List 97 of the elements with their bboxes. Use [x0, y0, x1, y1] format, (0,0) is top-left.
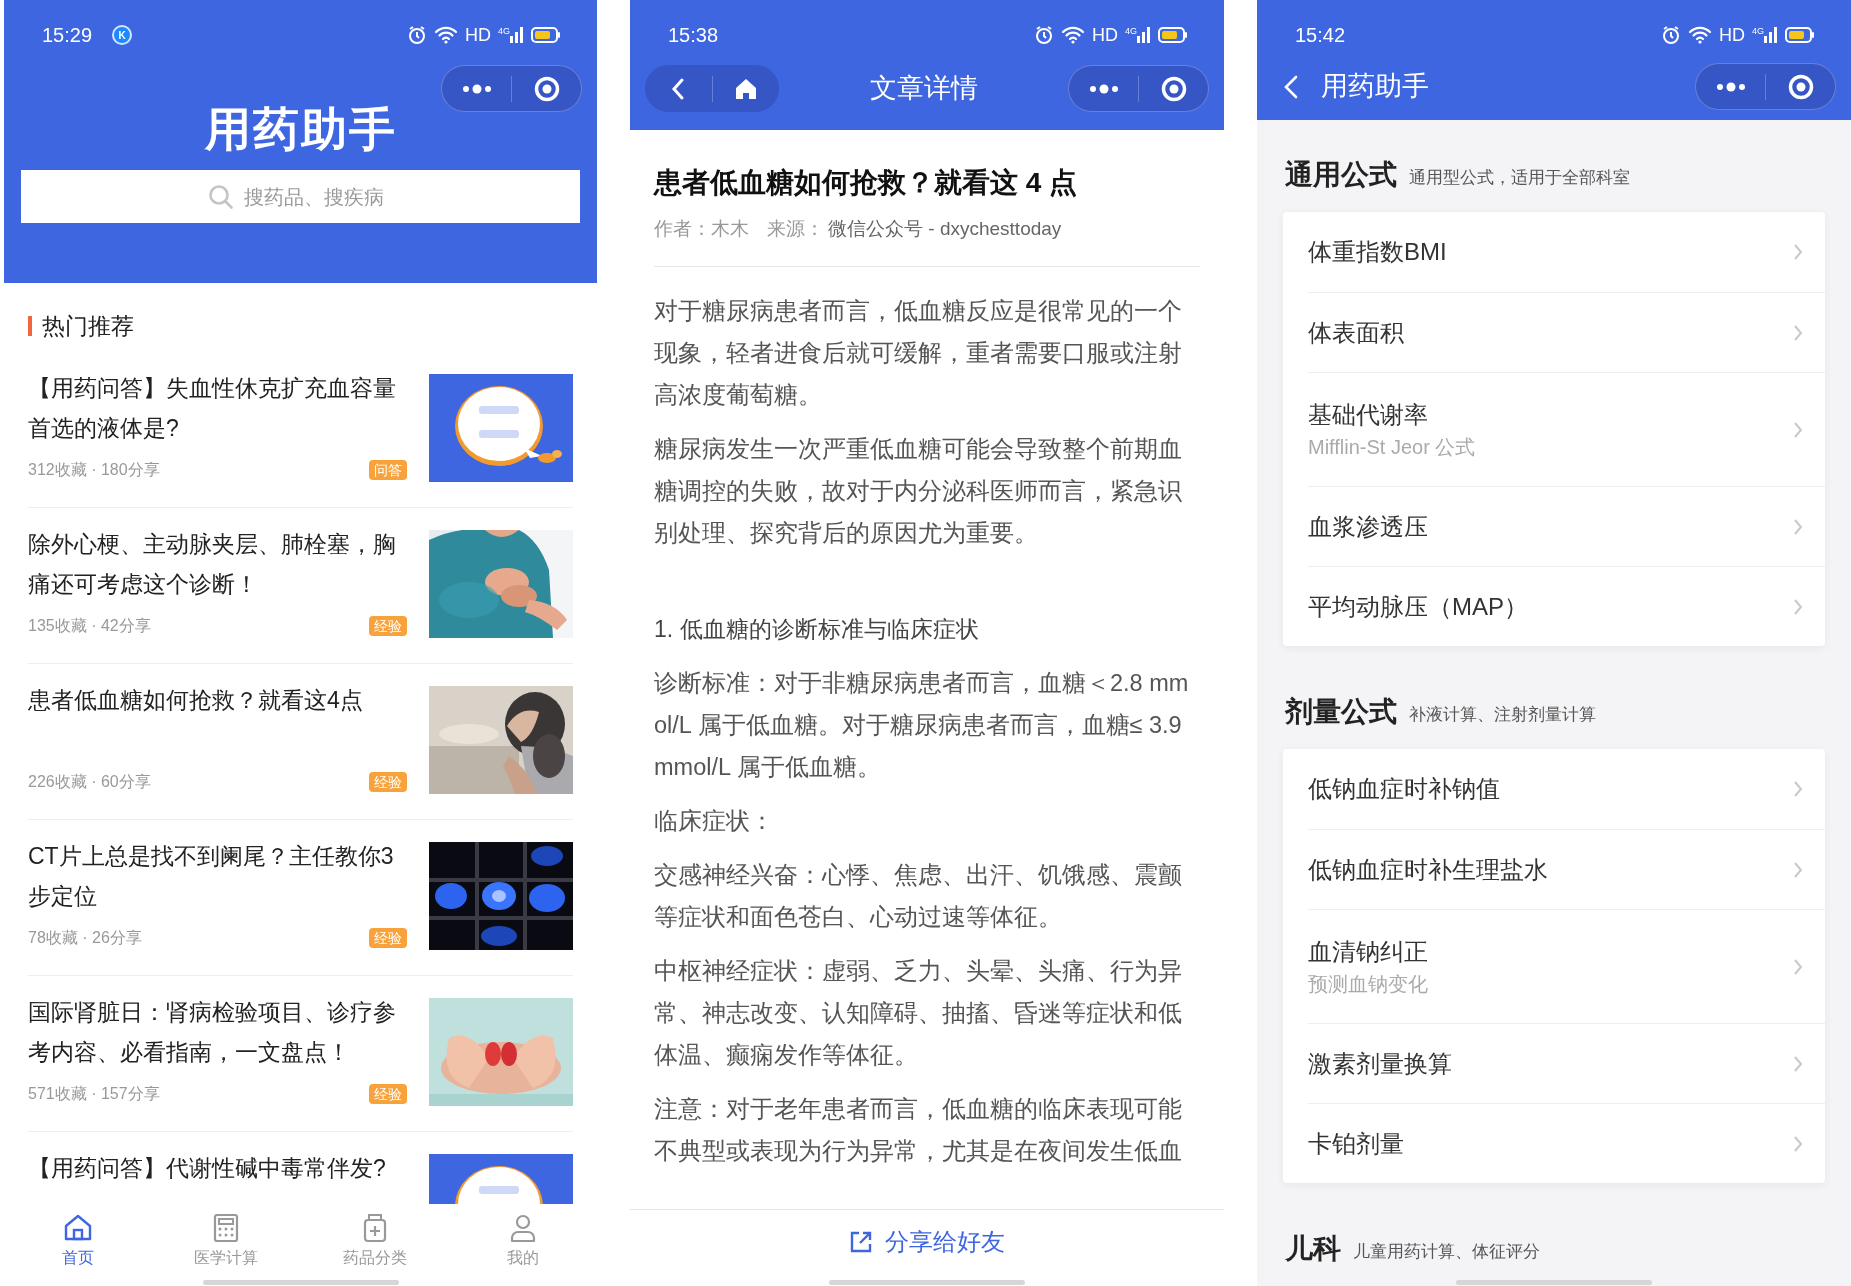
close-icon[interactable]	[1160, 75, 1187, 102]
clock-time: 15:42	[1295, 23, 1346, 48]
article-title[interactable]: 【用药问答】失血性休克扩充血容量首选的液体是?	[28, 368, 407, 448]
chevron-right-icon	[1793, 243, 1803, 261]
network-type-label: 4G	[498, 27, 510, 36]
formula-name[interactable]: 平均动脉压（MAP）	[1308, 589, 1528, 624]
battery-icon	[531, 27, 561, 43]
formula-name[interactable]: 体重指数BMI	[1308, 235, 1447, 269]
alarm-icon	[1661, 25, 1681, 45]
formula-name[interactable]: 血浆渗透压	[1308, 509, 1428, 544]
section-title: 热门推荐	[42, 311, 134, 341]
chevron-right-icon	[1793, 860, 1803, 879]
body-paragraph: 中枢神经症状：虚弱、乏力、头晕、头痛、行为异常、神志改变、认知障碍、抽搐、昏迷等症状和低体温、癫痫发作等体征。	[654, 956, 1183, 1070]
battery-icon	[1785, 27, 1815, 43]
chevron-right-icon	[1793, 420, 1803, 439]
section-title: 通用公式	[1285, 158, 1397, 192]
article-stats: 226收藏 · 60分享	[28, 772, 151, 792]
body-paragraph: 临床症状：	[654, 806, 775, 836]
wifi-icon	[1061, 26, 1085, 44]
source-name: 微信公众号 - dxychesttoday	[828, 217, 1062, 241]
article-stats: 135收藏 · 42分享	[28, 616, 151, 636]
search-icon	[207, 183, 234, 210]
article-stats: 571收藏 · 157分享	[28, 1084, 160, 1104]
network-type-label: 4G	[1752, 27, 1764, 36]
section-title: 儿科	[1285, 1232, 1341, 1266]
signal-icon	[510, 27, 524, 43]
wifi-icon	[1688, 26, 1712, 44]
body-paragraph: 诊断标准：对于非糖尿病患者而言，血糖＜2.8 mmol/L 属于低血糖。对于糖尿病患者而言，血糖≤ 3.9 mmol/L 属于低血糖。	[654, 668, 1190, 782]
formula-name[interactable]: 体表面积	[1308, 315, 1404, 350]
section-title: 剂量公式	[1285, 695, 1397, 729]
accent-bar	[28, 316, 32, 336]
network-label: HD	[1719, 26, 1745, 44]
formula-name[interactable]: 低钠血症时补钠值	[1308, 772, 1500, 806]
page-title: 文章详情	[869, 72, 978, 106]
back-icon[interactable]	[1283, 73, 1299, 100]
share-button[interactable]: 分享给好友	[849, 1224, 1005, 1260]
section-subtitle: 补液计算、注射剂量计算	[1409, 704, 1596, 727]
clock-time: 15:29	[42, 23, 93, 48]
body-paragraph: 糖尿病发生一次严重低血糖可能会导致整个前期血糖调控的失败，故对于内分泌科医师而言，紧急识别处理、探究背后的原因尤为重要。	[654, 434, 1183, 548]
category-tag: 经验	[369, 616, 407, 636]
section-subtitle: 通用型公式，适用于全部科室	[1409, 167, 1630, 190]
subheading: 1. 低血糖的诊断标准与临床症状	[654, 614, 980, 644]
home-icon[interactable]	[733, 76, 758, 101]
network-label: HD	[465, 26, 491, 44]
more-icon[interactable]	[1087, 83, 1120, 94]
category-tag: 经验	[369, 1084, 407, 1104]
chevron-right-icon	[1793, 957, 1803, 976]
body-paragraph: 对于糖尿病患者而言，低血糖反应是很常见的一个现象，轻者进食后就可缓解，重者需要口服或注射高浓度葡萄糖。	[654, 296, 1183, 410]
alarm-icon	[407, 25, 427, 45]
formula-name[interactable]: 低钠血症时补生理盐水	[1308, 852, 1548, 887]
search-input[interactable]: 搜药品、搜疾病	[243, 181, 394, 212]
chevron-right-icon	[1793, 517, 1803, 536]
formula-name[interactable]: 卡铂剂量	[1308, 1126, 1404, 1161]
category-tag: 经验	[369, 928, 407, 948]
signal-icon	[1137, 27, 1151, 43]
notification-badge: K	[112, 25, 133, 45]
article-title[interactable]: 国际肾脏日：肾病检验项目、诊疗参考内容、必看指南，一文盘点！	[28, 992, 407, 1072]
formula-name[interactable]: 基础代谢率	[1308, 397, 1476, 432]
section-subtitle: 儿童用药计算、体征评分	[1353, 1241, 1540, 1264]
page-title: 用药助手	[1321, 70, 1429, 104]
network-label: HD	[1092, 26, 1118, 44]
network-type-label: 4G	[1125, 27, 1137, 36]
category-tag: 经验	[369, 772, 407, 792]
chevron-right-icon	[1793, 597, 1803, 616]
article-title[interactable]: 除外心梗、主动脉夹层、肺栓塞，胸痛还可考虑这个诊断！	[28, 524, 407, 604]
chevron-right-icon	[1793, 323, 1803, 342]
formula-name[interactable]: 激素剂量换算	[1308, 1046, 1452, 1081]
close-icon[interactable]	[1787, 73, 1814, 100]
body-paragraph: 注意：对于老年患者而言，低血糖的临床表现可能不典型或表现为行为异常，尤其是在夜间发生低血	[654, 1094, 1183, 1166]
article-title[interactable]: 患者低血糖如何抢救？就看这4点	[28, 680, 407, 720]
share-icon	[849, 1230, 873, 1254]
more-icon[interactable]	[1714, 81, 1747, 92]
signal-icon	[1764, 27, 1778, 43]
source-label: 来源：	[767, 217, 824, 241]
app-title: 用药助手	[204, 102, 397, 157]
more-icon[interactable]	[460, 83, 493, 94]
article-title[interactable]: CT片上总是找不到阑尾？主任教你3步定位	[28, 836, 407, 916]
author-label: 作者：木木	[654, 217, 749, 241]
close-icon[interactable]	[533, 75, 560, 102]
article-title[interactable]: 【用药问答】代谢性碱中毒常伴发?	[28, 1148, 407, 1188]
article-stats: 312收藏 · 180分享	[28, 460, 160, 480]
tab-item[interactable]: 首页	[4, 1204, 153, 1286]
alarm-icon	[1034, 25, 1054, 45]
formula-note: Mifflin-St Jeor 公式	[1308, 434, 1476, 460]
body-paragraph: 交感神经兴奋：心悸、焦虑、出汗、饥饿感、震颤等症状和面色苍白、心动过速等体征。	[654, 860, 1183, 932]
battery-icon	[1158, 27, 1188, 43]
back-icon[interactable]	[671, 76, 686, 101]
chevron-right-icon	[1793, 780, 1803, 798]
article-heading: 患者低血糖如何抢救？就看这 4 点	[654, 166, 1079, 200]
formula-name[interactable]: 血清钠纠正	[1308, 934, 1428, 969]
formula-note: 预测血钠变化	[1308, 971, 1428, 997]
chevron-right-icon	[1793, 1134, 1803, 1153]
clock-time: 15:38	[668, 23, 719, 48]
chevron-right-icon	[1793, 1054, 1803, 1073]
wifi-icon	[434, 26, 458, 44]
article-stats: 78收藏 · 26分享	[28, 928, 142, 948]
category-tag: 问答	[369, 460, 407, 480]
